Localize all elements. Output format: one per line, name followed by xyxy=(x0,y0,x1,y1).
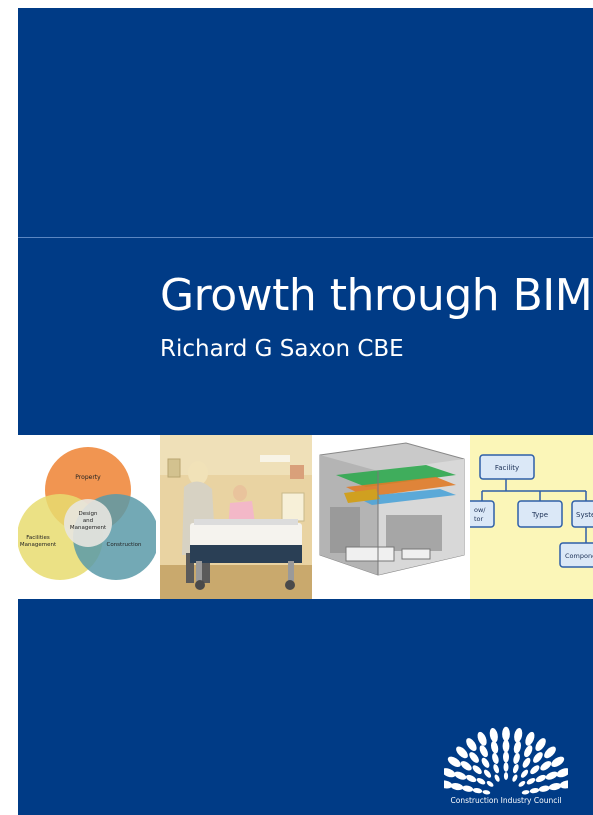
logo-petal xyxy=(502,726,510,742)
chart-label-left-2: tor xyxy=(474,515,484,523)
logo-petal xyxy=(512,764,519,774)
hierarchy-chart-image: Facility ow/ tor Type System Component xyxy=(470,435,593,599)
bim-model-render xyxy=(316,435,466,599)
logo-petal xyxy=(522,757,531,768)
logo-petal xyxy=(490,741,499,754)
logo-petal xyxy=(465,774,477,783)
logo-petal xyxy=(460,761,472,771)
logo-petal xyxy=(454,771,467,780)
logo-petal xyxy=(462,785,474,792)
cover-author: Richard G Saxon CBE xyxy=(160,336,404,362)
logo-petal xyxy=(450,783,464,791)
logo-petal xyxy=(466,738,477,752)
logo-petal xyxy=(476,777,486,785)
image-strip: Property Design and Management Facilitie… xyxy=(18,435,593,599)
logo-petal xyxy=(492,753,499,764)
venn-label-facilities-2: Management xyxy=(20,542,57,548)
logo-petal xyxy=(518,781,526,787)
logo-petal xyxy=(494,774,500,782)
logo-petal xyxy=(479,745,488,758)
venn-label-construction: Construction xyxy=(106,542,142,548)
divider-line xyxy=(18,237,593,238)
logo-petal xyxy=(548,783,562,791)
logo-petal xyxy=(524,745,533,758)
logo-petal xyxy=(472,765,482,775)
chart-box-left xyxy=(470,500,495,528)
logo-petal xyxy=(456,746,468,759)
logo-petal xyxy=(538,785,550,792)
venn-label-facilities-1: Facilities xyxy=(26,535,50,541)
venn-diagram-image: Property Design and Management Facilitie… xyxy=(18,435,156,599)
logo-petal xyxy=(512,774,518,782)
chart-label-type: Type xyxy=(531,511,548,519)
venn-label-center-2: and xyxy=(83,518,93,524)
venn-label-property: Property xyxy=(75,474,101,481)
logo-petal xyxy=(503,762,509,772)
logo-petal xyxy=(535,774,547,783)
logo-petal xyxy=(513,753,520,764)
logo-petal xyxy=(533,752,543,763)
logo-petal xyxy=(503,772,509,780)
cover-page: Growth through BIM Richard G Saxon CBE P… xyxy=(18,8,593,815)
logo-petal xyxy=(489,728,498,743)
venn-label-center-1: Design xyxy=(79,511,99,517)
logo-petal xyxy=(526,777,536,785)
logo-petal xyxy=(502,739,510,753)
cic-logo xyxy=(444,726,568,795)
logo-petal xyxy=(544,746,556,759)
logo-petal xyxy=(477,731,487,746)
logo-petal xyxy=(469,752,479,763)
logo-petal xyxy=(483,769,492,778)
chart-label-facility: Facility xyxy=(495,464,519,472)
logo-petal xyxy=(545,771,558,780)
logo-petal xyxy=(520,769,529,778)
logo-petal xyxy=(447,756,461,767)
chart-label-left-1: ow/ xyxy=(474,506,486,514)
logo-petal xyxy=(521,790,530,795)
logo-petal xyxy=(481,757,490,768)
logo-petal xyxy=(535,738,546,752)
logo-petal xyxy=(530,765,540,775)
logo-petal xyxy=(525,731,535,746)
venn-label-center-3: Management xyxy=(70,525,107,531)
chart-label-component: Component xyxy=(565,552,593,560)
logo-petal xyxy=(514,728,523,743)
chart-label-system: System xyxy=(576,511,593,519)
logo-petal xyxy=(486,781,494,787)
cic-logo-text: Construction Industry Council xyxy=(450,796,562,805)
logo-petal xyxy=(551,756,565,767)
logo-petal xyxy=(503,751,509,763)
cover-title: Growth through BIM xyxy=(160,270,593,321)
logo-petal xyxy=(472,787,483,794)
logo-petal xyxy=(493,764,500,774)
logo-petal xyxy=(529,787,540,794)
logo-petal xyxy=(540,761,552,771)
hospital-ward-photo xyxy=(160,435,312,599)
logo-petal xyxy=(482,790,491,795)
logo-petal xyxy=(513,741,522,754)
